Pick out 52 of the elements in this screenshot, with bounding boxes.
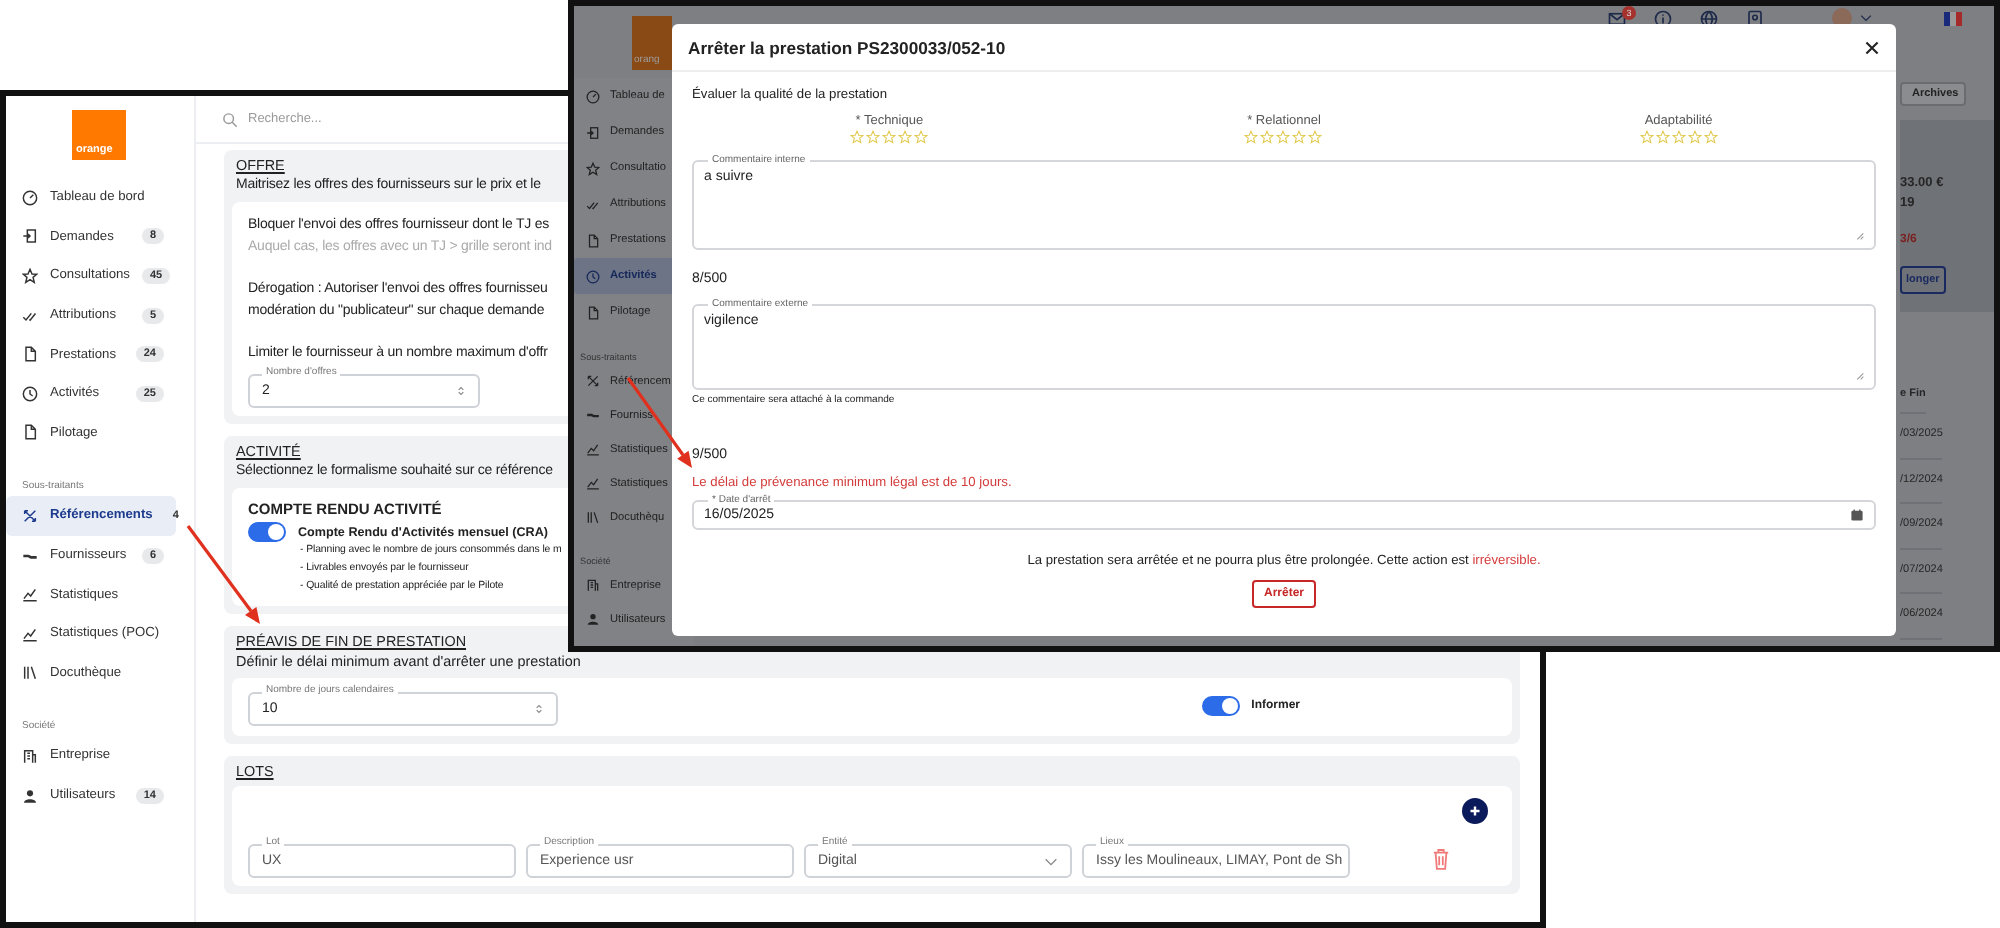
- cross-icon: [22, 507, 38, 524]
- document-icon: [586, 233, 600, 247]
- id-card-icon: [1746, 9, 1764, 27]
- clock-icon: [586, 269, 600, 283]
- info-icon: [1654, 9, 1672, 27]
- flag-icon[interactable]: [1944, 11, 1962, 25]
- close-icon: [1864, 39, 1880, 55]
- gauge-icon: [22, 189, 38, 206]
- envelope-icon: [1608, 9, 1626, 27]
- star-icon: [586, 161, 600, 175]
- double-check-icon: [22, 307, 38, 324]
- annotation-arrow: [186, 525, 260, 624]
- door-arrow-icon: [586, 125, 600, 139]
- trash-icon: [1432, 848, 1450, 870]
- books-icon: [586, 510, 600, 524]
- star-rating[interactable]: [850, 130, 929, 144]
- cross-icon: [586, 374, 600, 388]
- calendar-icon: [1850, 508, 1864, 522]
- toggle-switch[interactable]: [248, 522, 286, 542]
- clock-icon: [22, 385, 38, 402]
- chart-icon: [22, 625, 38, 642]
- close-button[interactable]: [1864, 39, 1880, 55]
- double-check-icon: [586, 197, 600, 211]
- resize-grip-icon: [1856, 232, 1864, 240]
- star-rating[interactable]: [1244, 130, 1323, 144]
- building-icon: [22, 747, 38, 764]
- toggle-switch[interactable]: [1201, 696, 1240, 716]
- add-button[interactable]: [1462, 798, 1488, 824]
- plus-icon: [1466, 802, 1484, 820]
- delete-button[interactable]: [1432, 848, 1450, 870]
- chart-icon: [22, 586, 38, 603]
- document-icon: [586, 305, 600, 319]
- globe-icon: [1700, 9, 1718, 27]
- document-icon: [22, 346, 38, 363]
- document-icon: [22, 424, 38, 441]
- building-icon: [586, 578, 600, 592]
- chart-icon: [586, 442, 600, 456]
- star-rating[interactable]: [1639, 130, 1718, 144]
- user-icon: [22, 787, 38, 804]
- spinner-icon: [534, 702, 544, 716]
- dialog-title: Arrêter la prestation PS2300033/052-10: [688, 37, 1006, 57]
- door-arrow-icon: [22, 228, 38, 245]
- star-icon: [22, 267, 38, 284]
- books-icon: [22, 664, 38, 681]
- gauge-icon: [586, 89, 600, 103]
- resize-grip-icon: [1856, 372, 1864, 380]
- search-icon: [222, 111, 238, 127]
- spinner-icon: [456, 384, 466, 398]
- chart-icon: [586, 476, 600, 490]
- chevron-down-icon: [1044, 857, 1058, 865]
- user-icon: [586, 612, 600, 626]
- chevron-down-icon: [1860, 14, 1872, 22]
